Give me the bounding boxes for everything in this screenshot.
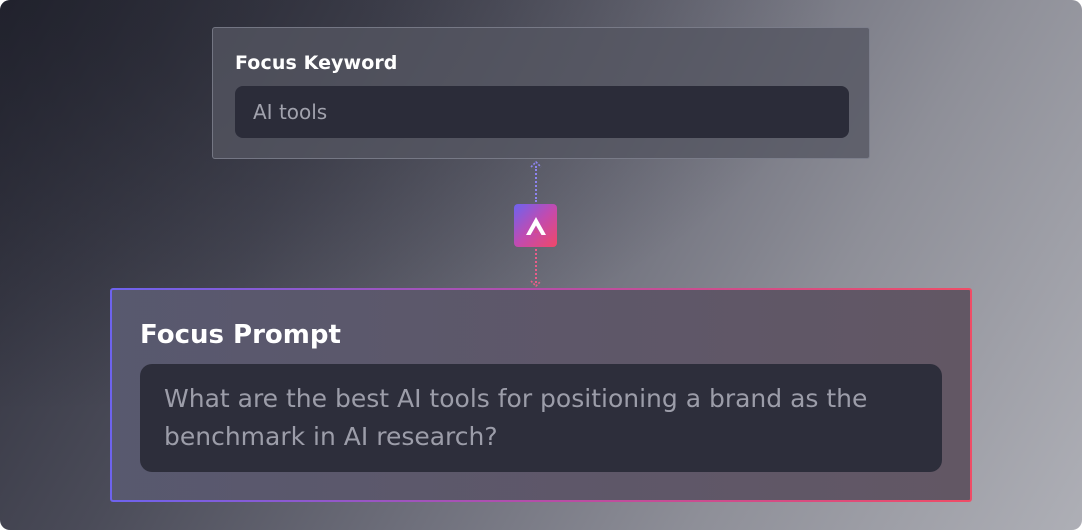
- focus-keyword-field[interactable]: AI tools: [235, 86, 849, 138]
- brand-logo-icon: [514, 204, 557, 247]
- diagram-canvas: Focus Keyword AI tools Focus Prompt What…: [0, 0, 1082, 530]
- focus-prompt-card: Focus Prompt What are the best AI tools …: [110, 288, 972, 502]
- focus-keyword-label: Focus Keyword: [235, 52, 398, 74]
- arrow-down-icon: [530, 280, 542, 288]
- focus-keyword-card: Focus Keyword AI tools: [212, 27, 870, 159]
- connector-line-top: [535, 166, 537, 202]
- connector-line-bottom: [535, 249, 537, 283]
- focus-prompt-label: Focus Prompt: [140, 320, 341, 350]
- focus-prompt-field[interactable]: What are the best AI tools for positioni…: [140, 364, 942, 472]
